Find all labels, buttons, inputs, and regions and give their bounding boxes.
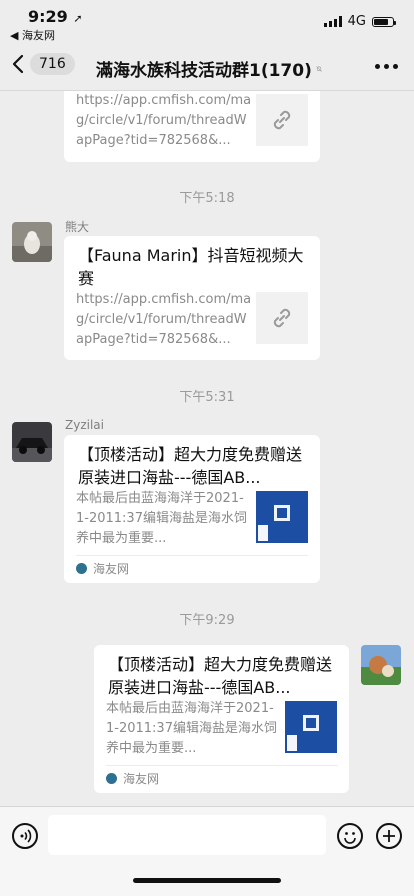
avatar-image [12,422,52,462]
article-card-desc: 本帖最后由蓝海海洋于2021-1-2011:37编辑海盐是海水饲养中最为重要..… [76,491,247,546]
emoji-button[interactable] [337,823,363,849]
article-source: 海友网 [76,555,308,579]
link-card-desc: https://app.cmfish.com/mag/circle/v1/for… [76,292,252,347]
timestamp: 下午5:18 [179,191,235,206]
link-card-desc: https://app.cmfish.com/mag/circle/v1/for… [76,93,252,148]
article-card-title: 【顶楼活动】超大力度免费赠送原装进口海盐---德国AB... [108,655,333,697]
link-card[interactable]: 【Fauna Marin】抖音短视频大赛 https://app.cmfish.… [64,236,320,360]
plus-button[interactable] [376,823,402,849]
source-logo-icon [106,773,117,784]
link-card-partial[interactable]: https://app.cmfish.com/mag/circle/v1/for… [64,91,320,162]
unread-count-badge[interactable]: 716 [30,53,75,75]
link-thumbnail [256,292,308,344]
article-thumbnail-image [285,701,337,753]
article-thumbnail [256,491,308,543]
voice-icon [20,829,32,843]
timestamp: 下午9:29 [179,613,235,628]
battery-icon [372,16,396,27]
chat-header: 716 滿海水族科技活动群1(170) [0,44,414,91]
article-thumbnail [285,701,337,753]
link-thumbnail [256,94,308,146]
more-icon[interactable] [375,64,398,69]
back-button[interactable]: 716 [12,53,75,75]
status-indicators: 4G [323,14,396,29]
plus-icon [383,830,395,842]
sender-name: Zyzilai [65,418,104,432]
article-card-desc: 本帖最后由蓝海海洋于2021-1-2011:37编辑海盐是海水饲养中最为重要..… [106,701,277,756]
avatar-image [361,645,401,685]
article-card[interactable]: 【顶楼活动】超大力度免费赠送原装进口海盐---德国AB... 本帖最后由蓝海海洋… [94,645,349,793]
article-source: 海友网 [106,765,338,789]
article-thumbnail-image [256,491,308,543]
article-source-name: 海友网 [123,772,160,786]
avatar[interactable] [12,222,52,262]
article-card[interactable]: 【顶楼活动】超大力度免费赠送原装进口海盐---德国AB... 本帖最后由蓝海海洋… [64,435,320,583]
message-input[interactable] [48,815,326,855]
timestamp: 下午5:31 [179,390,235,405]
voice-button[interactable] [12,823,38,849]
back-chevron-icon[interactable] [12,54,24,74]
sender-name: 熊大 [65,220,90,234]
chat-title: 滿海水族科技活动群1(170) [96,56,322,81]
back-to-app-link[interactable]: ◀ 海友网 [10,27,55,43]
chat-title-text: 滿海水族科技活动群1(170) [96,61,312,81]
status-time: 9:29 ➚ [28,7,83,26]
network-type: 4G [347,14,366,29]
mute-bell-icon [316,65,322,72]
source-logo-icon [76,563,87,574]
link-icon [273,110,291,130]
location-arrow-icon: ➚ [73,12,83,25]
link-icon [273,308,291,328]
status-bar: 9:29 ➚ ◀ 海友网 4G [0,0,414,44]
signal-icon [323,16,342,27]
article-source-name: 海友网 [93,562,130,576]
emoji-icon [344,832,356,844]
avatar[interactable] [12,422,52,462]
article-card-title: 【顶楼活动】超大力度免费赠送原装进口海盐---德国AB... [78,445,303,487]
link-card-title: 【Fauna Marin】抖音短视频大赛 [78,246,304,288]
message-list[interactable]: https://app.cmfish.com/mag/circle/v1/for… [0,91,414,806]
avatar-image [12,222,52,262]
avatar[interactable] [361,645,401,685]
status-time-text: 9:29 [28,7,68,26]
home-indicator [133,878,281,883]
